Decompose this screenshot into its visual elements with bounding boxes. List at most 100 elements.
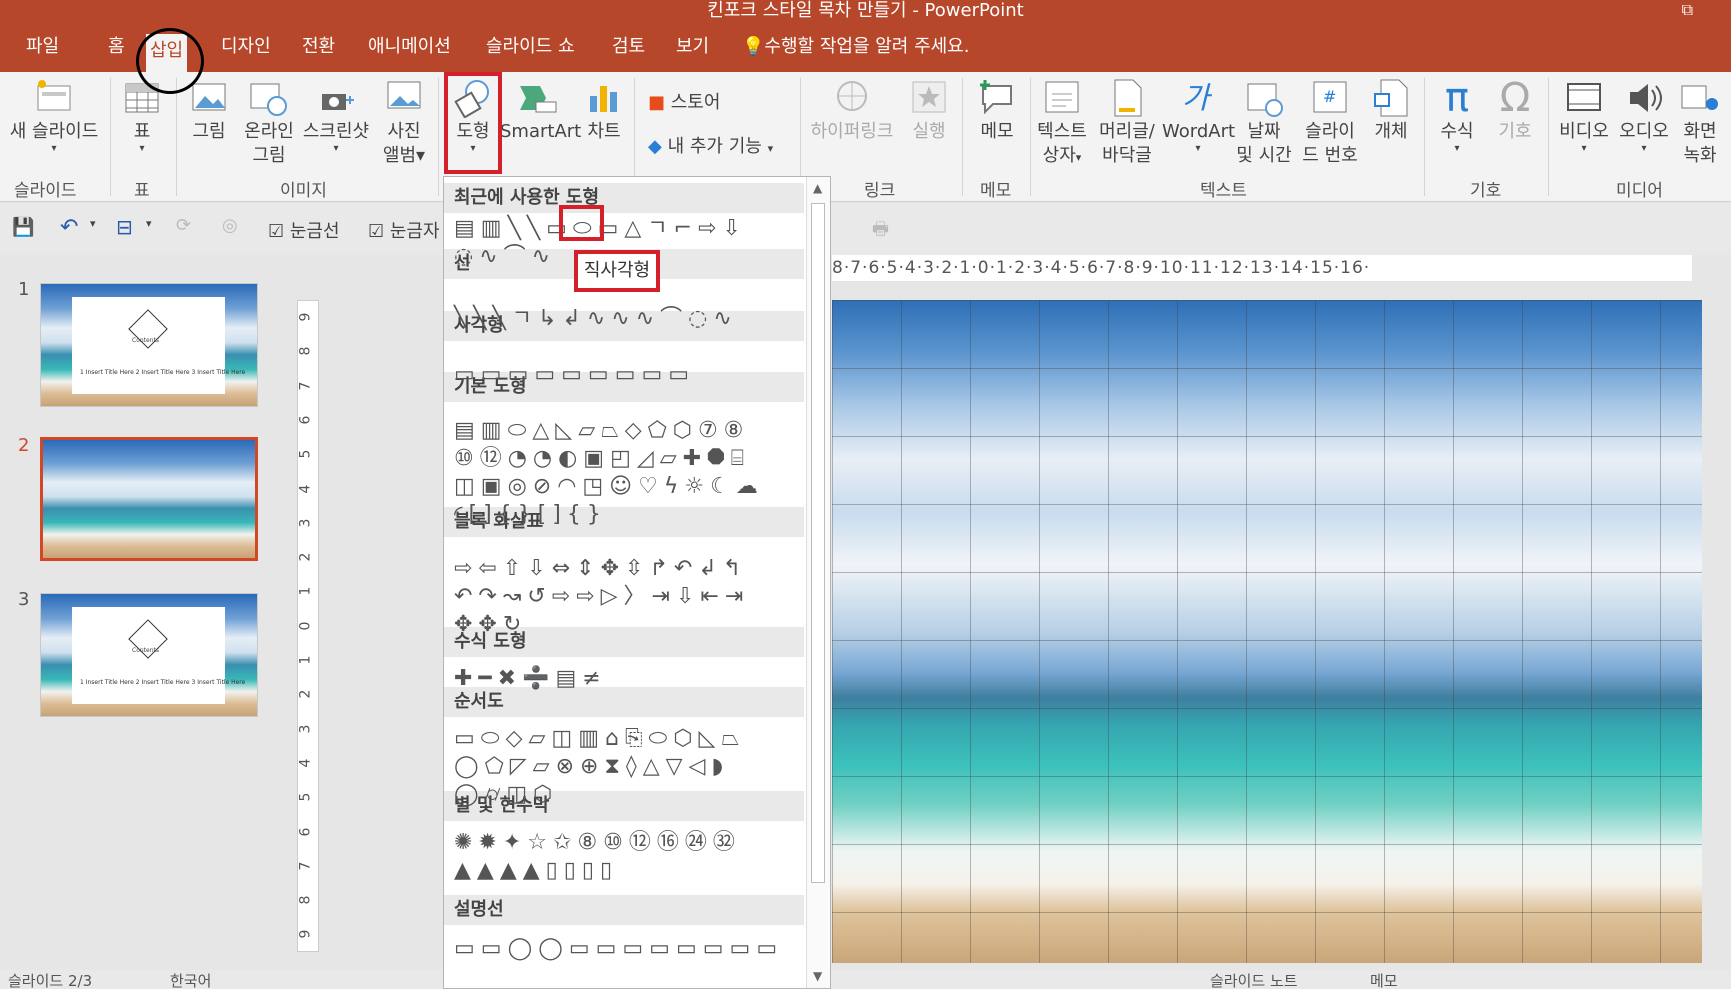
smartart-icon <box>520 86 557 113</box>
shape-row[interactable]: ⑩⑫◔◔◐▣◰◿▱✚⯃⌸ <box>454 445 750 473</box>
tab-review[interactable]: 검토 <box>608 30 649 64</box>
symbol-button[interactable]: Ω 기호 <box>1490 78 1540 144</box>
new-slide-button[interactable]: 새 슬라이드 ▾ <box>4 78 104 154</box>
save-icon[interactable]: 💾 <box>12 217 34 238</box>
shape-row[interactable]: ⇨⇦⇧⇩⇔⇕✥⇳↱↶↲↰ <box>454 555 747 583</box>
scroll-thumb[interactable] <box>811 203 825 883</box>
equation-button[interactable]: π 수식 ▾ <box>1432 78 1482 154</box>
ruler-tick-label: 7 <box>297 861 314 871</box>
gridlines-checkbox[interactable]: ☑ 눈금선 <box>268 217 340 243</box>
shape-row[interactable]: ▲▲▲▲▯▯▯▯ <box>454 857 618 885</box>
notes-button[interactable]: 슬라이드 노트 <box>1210 970 1298 989</box>
language[interactable]: 한국어 <box>170 970 211 989</box>
picture-button[interactable]: 그림 <box>184 78 234 144</box>
header-footer-label-1: 머리글/ <box>1099 121 1155 142</box>
shape-row[interactable]: ▭⬭◇▱◫▥⌂⎘⬭⬡◺⏢ <box>454 725 745 753</box>
undo-dropdown-icon[interactable]: ▾ <box>90 217 96 230</box>
shape-row[interactable]: ▭▭▭▭▭▭▭▭▭ <box>454 361 695 389</box>
shape-row[interactable]: ✚━✖➗▤≠ <box>454 665 607 693</box>
date-time-label-1: 날짜 <box>1247 121 1281 142</box>
photo-album-button[interactable]: 사진 앨범▾ <box>376 78 432 168</box>
horizontal-ruler: 8·7·6·5·4·3·2·1·0·1·2·3·4·5·6·7·8·9·10·1… <box>832 255 1692 281</box>
shape-row[interactable]: ▤▥⬭△◺▱⏢◇⬠⬡⑦⑧ <box>454 417 749 445</box>
object-button[interactable]: 개체 <box>1366 78 1416 144</box>
slide-number: 1 <box>18 279 30 300</box>
tab-animations[interactable]: 애니메이션 <box>364 30 455 64</box>
calendar-icon <box>1247 83 1283 117</box>
textbox-button[interactable]: 텍스트 상자▾ <box>1034 78 1090 170</box>
video-button[interactable]: 비디오 ▾ <box>1554 78 1614 154</box>
scroll-up-icon[interactable]: ▲ <box>813 181 822 195</box>
guides-checkbox[interactable]: ☑ 눈금자 <box>368 217 443 243</box>
date-time-button[interactable]: 날짜 및 시간 <box>1232 78 1296 168</box>
ruler-tick-label: 8 <box>297 346 314 356</box>
smartart-button[interactable]: SmartArt <box>500 78 581 144</box>
new-slide-icon <box>37 80 71 111</box>
shape-row[interactable]: ◜[]{}[]{} <box>454 501 607 529</box>
tab-design[interactable]: 디자인 <box>217 30 275 64</box>
shape-row[interactable]: ◫▣◎⊘◠◳☺♡ϟ☼☾☁ <box>454 473 764 501</box>
tab-transitions[interactable]: 전환 <box>298 30 339 64</box>
tab-slideshow[interactable]: 슬라이드 쇼 <box>482 30 579 64</box>
guides-label: 눈금자 <box>389 221 440 242</box>
slide-thumbnail-3[interactable]: Contents 1 Insert Title Here 2 Insert Tit… <box>40 593 258 717</box>
slide-thumbnail-1[interactable]: Contents 1 Insert Title Here 2 Insert Tit… <box>40 283 258 407</box>
wordart-button[interactable]: 가 WordArt ▾ <box>1162 78 1235 154</box>
screen-recording-icon <box>1681 85 1718 110</box>
hyperlink-button[interactable]: 하이퍼링크 <box>804 78 900 144</box>
comment-button[interactable]: 메모 <box>970 78 1024 144</box>
shapes-highlight <box>444 72 502 174</box>
online-picture-label-2: 그림 <box>252 145 286 166</box>
screenshot-button[interactable]: 스크린샷 ▾ <box>300 78 372 154</box>
action-button[interactable]: 실행 <box>906 78 952 144</box>
slide-canvas[interactable] <box>832 300 1702 963</box>
redo-icon[interactable]: ⟳ <box>176 215 191 236</box>
chart-button[interactable]: 차트 <box>582 78 626 144</box>
shapes-gallery: ▲ ▼ 최근에 사용한 도형 선 사각형 기본 도형 블록 화살표 수식 도형 순서도 별 및… <box>443 176 831 989</box>
my-addins-button[interactable]: ◆ 내 추가 기능 ▾ <box>648 132 773 158</box>
shape-row[interactable]: ✥✥↻ <box>454 611 527 639</box>
links-group-label: 링크 <box>864 181 896 201</box>
header-footer-button[interactable]: 머리글/바닥글 <box>1092 78 1162 168</box>
shape-row[interactable]: ◯⬠◸▱⊗⊕⧗◊△▽◁◗ <box>454 753 729 781</box>
object-icon <box>1374 79 1408 117</box>
speaker-icon <box>1630 84 1662 112</box>
shape-row[interactable]: ↶↷↝↺⇨⇨▷〉⇥⇩⇤⇥ <box>454 583 749 611</box>
gridlines-label: 눈금선 <box>289 221 340 242</box>
shape-row[interactable]: ╲╲╲ㄱ↳↲∿∿∿⌒◌∿ <box>454 305 738 333</box>
window-title: 킨포크 스타일 목차 만들기 - PowerPoint <box>707 0 1024 21</box>
vertical-ruler: 9 8 7 6 5 4 3 2 1 0 1 2 3 4 5 6 7 8 9 <box>297 300 319 952</box>
shape-row[interactable]: ▭▭◯◯▭▭▭▭▭▭▭▭ <box>454 935 783 963</box>
tab-home[interactable]: 홈 <box>104 30 129 64</box>
ruler-tick-label: 4 <box>297 484 314 493</box>
screen-recording-button[interactable]: 화면 녹화 <box>1674 78 1726 168</box>
format-painter-icon[interactable]: ⊟ <box>116 215 133 239</box>
scroll-down-icon[interactable]: ▼ <box>813 969 822 983</box>
dropdown-arrow-icon: ▾ <box>1075 151 1082 164</box>
shape-row[interactable]: ✺✹✦☆✩⑧⑩⑫⑯㉔㉜ <box>454 829 741 857</box>
undo-icon[interactable]: ↶ <box>60 215 78 240</box>
shape-icon[interactable]: ◎ <box>222 215 238 236</box>
slide-number-button[interactable]: # 슬라이 드 번호 <box>1298 78 1362 168</box>
slide-number-label-2: 드 번호 <box>1302 145 1358 166</box>
format-dropdown-icon[interactable]: ▾ <box>146 217 152 230</box>
slide-number-label-1: 슬라이 <box>1305 121 1355 142</box>
separator <box>110 78 111 196</box>
video-label: 비디오 <box>1559 121 1609 142</box>
tell-me-box[interactable]: 💡수행할 작업을 알려 주세요. <box>738 30 973 64</box>
store-button[interactable]: ■ 스토어 <box>648 88 720 114</box>
tab-view[interactable]: 보기 <box>672 30 713 64</box>
pi-icon: π <box>1444 75 1470 121</box>
dropdown-arrow-icon: ▾ <box>767 142 774 155</box>
gallery-scrollbar[interactable]: ▲ ▼ <box>806 177 830 988</box>
print-icon[interactable]: 🖶 <box>872 217 889 247</box>
shape-row[interactable]: ◌∿⌒∿ <box>454 243 556 271</box>
restore-window-icon[interactable]: ⧉ <box>1682 0 1693 20</box>
slide-thumbnail-2[interactable] <box>40 437 258 561</box>
shape-row[interactable]: ◯⌭◫⬡ <box>454 781 558 809</box>
audio-button[interactable]: 오디오 ▾ <box>1614 78 1674 154</box>
comments-button[interactable]: 메모 <box>1370 970 1398 989</box>
tab-file[interactable]: 파일 <box>22 30 63 64</box>
online-picture-button[interactable]: 온라인 그림 <box>240 78 298 168</box>
screen-recording-label-1: 화면 <box>1683 121 1717 142</box>
